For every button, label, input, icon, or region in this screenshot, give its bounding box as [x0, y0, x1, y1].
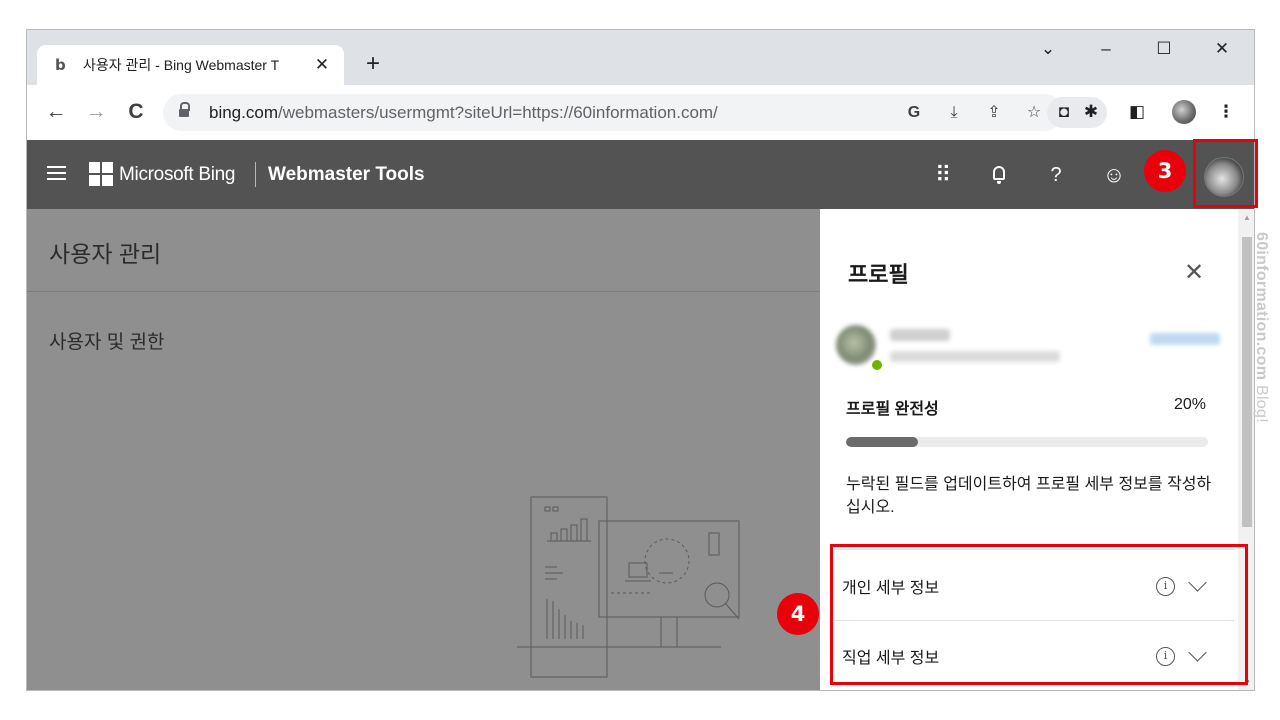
brand-name[interactable]: Microsoft Bing — [119, 164, 235, 186]
camera-extension-icon[interactable]: ◘ — [1052, 101, 1076, 123]
translate-icon[interactable]: G — [903, 103, 925, 123]
step-4-marker: 4 — [777, 593, 819, 635]
tab-search-icon[interactable]: ⌄ — [1033, 38, 1063, 60]
profile-completeness-value: 20% — [1174, 396, 1207, 413]
browser-toolbar: ← → C bing.com/webmasters/usermgmt?siteU… — [27, 85, 1254, 140]
app-header: Microsoft Bing Webmaster Tools ⠿ ? ☺ — [27, 140, 1254, 209]
section-title: 사용자 및 권한 — [49, 332, 165, 353]
bookmark-star-icon[interactable]: ☆ — [1023, 103, 1045, 123]
title-divider — [27, 291, 820, 292]
profile-completeness-bar — [846, 437, 1208, 447]
apps-grid-icon[interactable]: ⠿ — [929, 162, 957, 188]
install-icon[interactable]: ⤓ — [943, 103, 965, 123]
microsoft-logo-icon — [89, 162, 113, 186]
site-watermark: 60information.com Blog! — [1253, 232, 1270, 423]
user-avatar — [836, 325, 876, 365]
maximize-button[interactable]: ☐ — [1149, 38, 1179, 60]
feedback-smiley-icon[interactable]: ☺ — [1100, 162, 1128, 188]
browser-profile-avatar[interactable] — [1172, 100, 1196, 124]
extensions-puzzle-icon[interactable]: ✱ — [1079, 101, 1103, 123]
help-icon[interactable]: ? — [1042, 162, 1070, 188]
main-content-overlay: 사용자 관리 사용자 및 권한 — [27, 209, 820, 690]
profile-completeness-fill — [846, 437, 919, 447]
side-panel-icon[interactable]: ◧ — [1125, 101, 1149, 123]
new-tab-button[interactable]: + — [361, 52, 385, 76]
profile-completeness-label: 프로필 완전성 — [846, 401, 939, 418]
close-icon[interactable]: ✕ — [1180, 259, 1208, 287]
profile-panel-title: 프로필 — [848, 262, 909, 287]
highlight-details-box — [830, 544, 1248, 685]
back-button[interactable]: ← — [43, 99, 69, 125]
brand-divider — [255, 162, 256, 187]
profile-completeness-description: 누락된 필드를 업데이트하여 프로필 세부 정보를 작성하십시오. — [846, 476, 1212, 516]
highlight-avatar-box — [1193, 139, 1258, 208]
browser-menu-icon[interactable]: ⋮ — [1214, 101, 1238, 123]
empty-state-illustration — [517, 496, 740, 678]
browser-tab[interactable]: b 사용자 관리 - Bing Webmaster T ✕ — [37, 45, 344, 85]
forward-button[interactable]: → — [83, 99, 109, 125]
screenshot-stage: b 사용자 관리 - Bing Webmaster T ✕ + ⌄ – ☐ ✕ … — [0, 0, 1280, 720]
product-name[interactable]: Webmaster Tools — [268, 164, 425, 186]
minimize-button[interactable]: – — [1091, 38, 1121, 60]
address-bar[interactable]: bing.com/webmasters/usermgmt?siteUrl=htt… — [163, 94, 1063, 131]
notifications-bell-icon[interactable] — [993, 166, 1005, 184]
url-text[interactable]: bing.com/webmasters/usermgmt?siteUrl=htt… — [209, 103, 718, 123]
close-window-button[interactable]: ✕ — [1207, 38, 1237, 60]
step-3-marker: 3 — [1144, 150, 1186, 192]
lock-icon[interactable] — [179, 101, 190, 119]
share-icon[interactable]: ⇪ — [983, 103, 1005, 123]
online-status-icon — [872, 360, 882, 370]
scroll-thumb[interactable] — [1242, 237, 1252, 527]
hamburger-menu-icon[interactable] — [47, 166, 66, 180]
tab-strip: b 사용자 관리 - Bing Webmaster T ✕ + ⌄ – ☐ ✕ — [27, 30, 1254, 85]
user-email-redacted — [890, 351, 1060, 362]
tab-title: 사용자 관리 - Bing Webmaster T — [83, 57, 280, 73]
reload-button[interactable]: C — [123, 99, 149, 125]
page-title: 사용자 관리 — [49, 241, 162, 267]
user-name-redacted — [890, 329, 950, 341]
scroll-up-icon[interactable]: ▲ — [1243, 214, 1251, 222]
tab-close-icon[interactable]: ✕ — [312, 55, 332, 75]
edit-profile-link-redacted[interactable] — [1150, 333, 1220, 345]
bing-favicon-icon: b — [55, 56, 66, 74]
